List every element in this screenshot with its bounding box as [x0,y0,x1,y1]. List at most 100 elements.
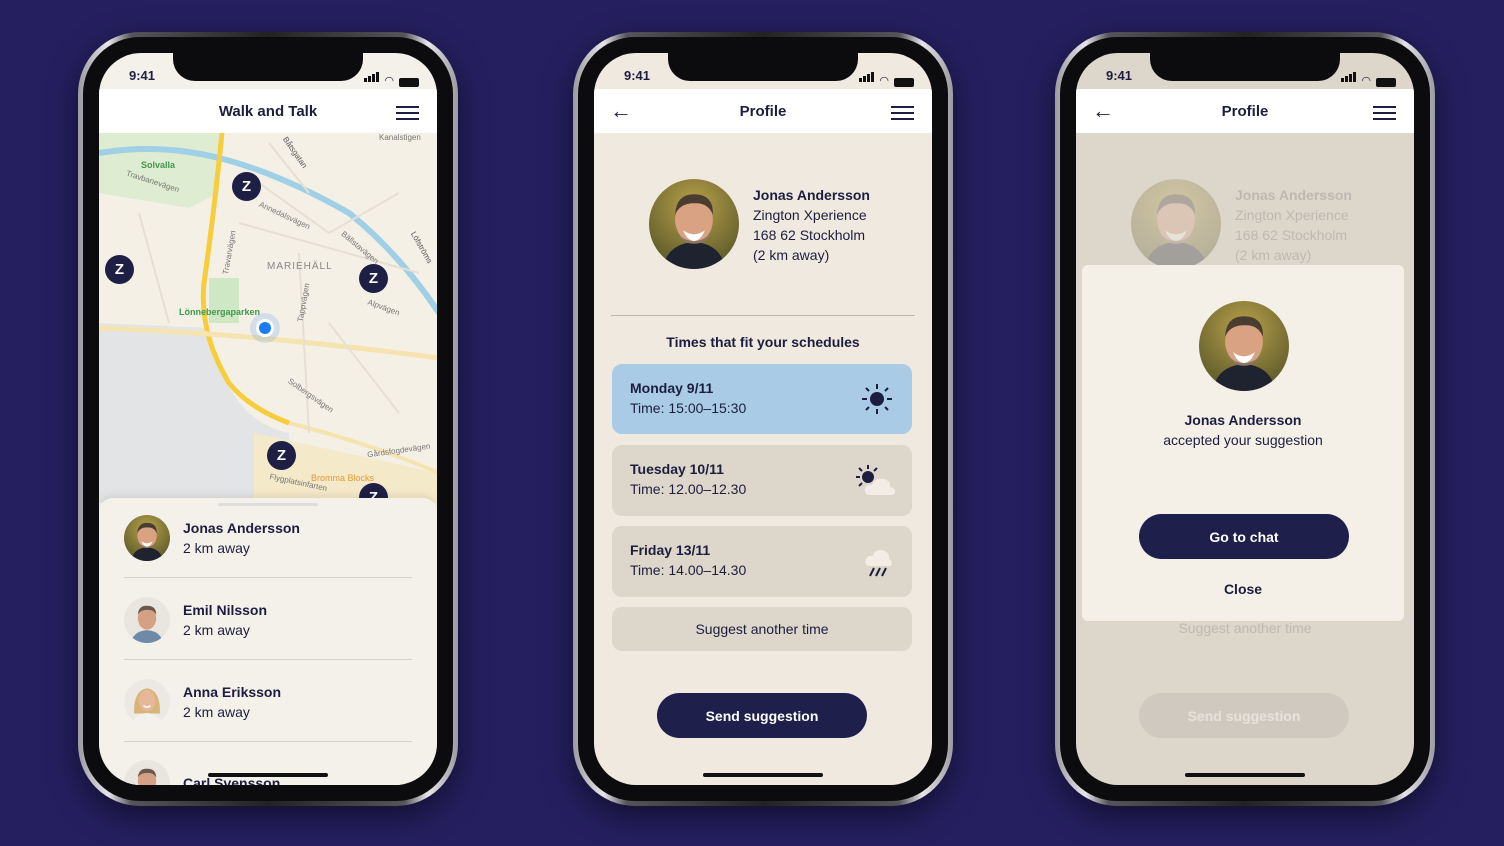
slot-time: Time: 14.00–14.30 [630,562,747,578]
notch [668,53,858,81]
divider [611,315,915,316]
phone-walk-and-talk: 9:41 ◠ Walk and Talk Solvalla Travbanevä… [78,32,458,806]
screen-map: 9:41 ◠ Walk and Talk Solvalla Travbanevä… [99,53,437,785]
time-slot-tuesday[interactable]: Tuesday 10/11 Time: 12.00–12.30 [612,445,912,516]
notch [173,53,363,81]
send-suggestion-button: Send suggestion [1139,693,1349,738]
wifi-icon: ◠ [1361,75,1371,87]
person-name: Anna Eriksson [183,684,282,700]
profile-company: Zington Xperience [753,207,867,223]
profile-company: Zington Xperience [1235,207,1349,223]
time-slot-friday[interactable]: Friday 13/11 Time: 14.00–14.30 [612,526,912,597]
list-item[interactable]: Carl Svensson [124,753,412,785]
hamburger-menu-icon[interactable] [891,106,914,124]
person-name: Jonas Andersson [183,520,300,536]
signal-icon [1340,69,1357,87]
hamburger-menu-icon[interactable] [396,106,419,124]
profile-info: Jonas Andersson Zington Xperience 168 62 S… [1235,185,1352,265]
person-distance: 2 km away [183,704,250,720]
battery-icon [894,78,914,87]
time-slot-monday[interactable]: Monday 9/11 Time: 15:00–15:30 [612,364,912,434]
list-item[interactable]: Emil Nilsson 2 km away [124,590,412,650]
map-label: Kanalstigen [379,133,421,142]
map-label: Lönnebergaparken [179,307,261,317]
status-icons: ◠ [858,69,914,87]
divider [124,577,412,578]
status-icons: ◠ [363,69,419,87]
map-pin-z[interactable]: Z [267,441,296,470]
map-label: MARIEHÄLL [267,261,333,272]
profile-avatar [649,179,739,269]
section-title: Times that fit your schedules [666,334,860,350]
slot-day: Friday 13/11 [630,542,711,558]
status-time: 9:41 [624,68,651,83]
current-location-dot [256,319,274,337]
people-list[interactable]: Jonas Andersson 2 km away Emil Nilsson 2 k… [99,498,437,785]
notch [1150,53,1340,81]
home-indicator[interactable] [703,773,823,777]
modal-avatar [1199,301,1289,391]
app-header: Walk and Talk [99,89,437,133]
phone-accepted: 9:41 ◠ ← Profile Jonas Andersson Zington … [1055,32,1435,806]
battery-icon [399,78,419,87]
home-indicator[interactable] [1185,773,1305,777]
page-title: Profile [739,102,787,120]
person-name: Emil Nilsson [183,602,268,618]
sun-icon [862,384,892,414]
map-pin-z[interactable]: Z [232,172,261,201]
send-suggestion-button[interactable]: Send suggestion [657,693,867,738]
app-header: ← Profile [594,89,932,133]
wifi-icon: ◠ [879,75,889,87]
page-title: Walk and Talk [218,102,318,120]
status-icons: ◠ [1340,69,1396,87]
go-to-chat-button[interactable]: Go to chat [1139,514,1349,559]
rain-icon [865,549,892,577]
battery-icon [1376,78,1396,87]
home-indicator[interactable] [208,773,328,777]
screen-accepted: 9:41 ◠ ← Profile Jonas Andersson Zington … [1076,53,1414,785]
map-label: Bromma Blocks [311,473,375,483]
list-item[interactable]: Jonas Andersson 2 km away [124,508,412,568]
profile-distance: (2 km away) [1235,247,1312,263]
accepted-modal: Jonas Andersson accepted your suggestion… [1082,265,1404,621]
avatar [124,760,170,785]
profile-avatar [1131,179,1221,269]
divider [124,741,412,742]
avatar [124,597,170,643]
suggest-another-label: Suggest another time [695,621,829,637]
signal-icon [363,69,380,87]
signal-icon [858,69,875,87]
screen-profile: 9:41 ◠ ← Profile Jonas Andersson Zington… [594,53,932,785]
map-pin-z[interactable]: Z [105,255,134,284]
divider [124,659,412,660]
close-button[interactable]: Close [1082,581,1404,597]
profile-info: Jonas Andersson Zington Xperience 168 62… [753,185,870,265]
list-item[interactable]: Anna Eriksson 2 km away [124,672,412,732]
modal-name: Jonas Andersson [1184,412,1302,428]
map[interactable]: Solvalla Travbanevägen Annedalsvägen MAR… [99,133,437,503]
page-title: Profile [1221,102,1269,120]
slot-time: Time: 15:00–15:30 [630,400,747,416]
avatar [124,679,170,725]
profile-address: 168 62 Stockholm [753,227,866,243]
person-distance: 2 km away [183,622,250,638]
phone-profile: 9:41 ◠ ← Profile Jonas Andersson Zington… [573,32,953,806]
map-pin-z[interactable]: Z [359,264,388,293]
person-distance: 2 km away [183,540,250,556]
back-arrow-icon[interactable]: ← [610,100,632,122]
profile-distance: (2 km away) [753,247,830,263]
sheet-grabber[interactable] [218,503,318,506]
status-time: 9:41 [129,68,156,83]
back-arrow-icon[interactable]: ← [1092,100,1114,122]
profile-name: Jonas Andersson [1235,187,1352,203]
status-time: 9:41 [1106,68,1133,83]
suggest-another-label: Suggest another time [1178,620,1312,636]
slot-day: Tuesday 10/11 [630,461,724,477]
app-header: ← Profile [1076,89,1414,133]
map-label: Solvalla [141,160,176,170]
profile-address: 168 62 Stockholm [1235,227,1348,243]
partly-cloudy-icon [856,465,896,495]
slot-day: Monday 9/11 [630,380,714,396]
hamburger-menu-icon[interactable] [1373,106,1396,124]
suggest-another-time-button[interactable]: Suggest another time [612,607,912,651]
